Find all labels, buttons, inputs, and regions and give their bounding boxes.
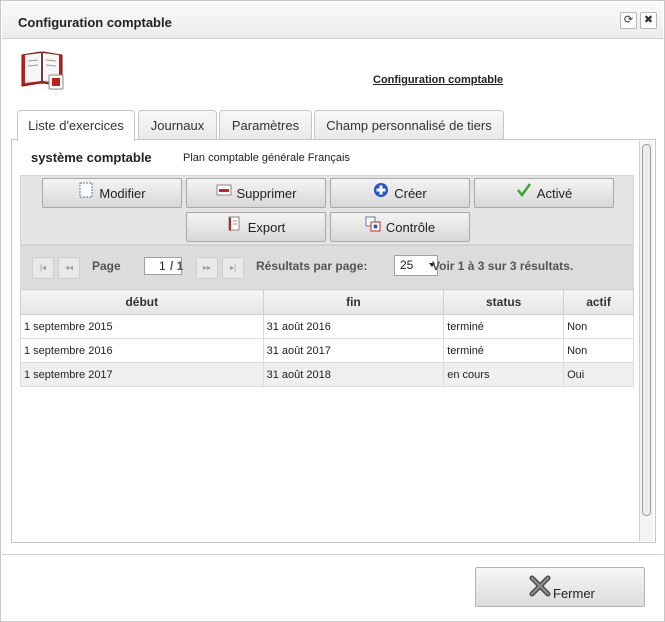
cell-fin: 31 août 2016 [262, 314, 445, 339]
cell-actif: Non [563, 338, 634, 363]
action-toolbar: Modifier Supprimer Créer Activé Export C… [20, 175, 634, 245]
window-title: Configuration comptable [18, 15, 172, 30]
column-header-status[interactable]: status [443, 289, 565, 315]
cell-actif: Oui [563, 362, 634, 387]
table-row[interactable]: 1 septembre 2015 31 août 2016 terminé No… [20, 314, 634, 339]
config-dialog: Configuration comptable ⟳ ✖ Configuratio… [0, 0, 665, 622]
tab-journals[interactable]: Journaux [138, 110, 217, 140]
tab-exercise-list[interactable]: Liste d'exercices [17, 110, 135, 141]
add-icon [374, 183, 389, 197]
cell-status: terminé [443, 314, 565, 339]
footer-divider [2, 554, 663, 555]
close-x-icon [529, 575, 551, 597]
modifier-button[interactable]: Modifier [42, 178, 182, 208]
active-label: Activé [536, 185, 573, 201]
accounting-book-icon [21, 51, 64, 90]
per-page-value: 25 [400, 258, 414, 272]
close-icon[interactable]: ✖ [640, 12, 657, 29]
refresh-icon[interactable]: ⟳ [620, 12, 637, 29]
cell-status: en cours [443, 362, 565, 387]
tab-custom-field[interactable]: Champ personnalisé de tiers [314, 110, 504, 140]
results-summary: Voir 1 à 3 sur 3 résultats. [432, 259, 574, 273]
column-header-debut[interactable]: début [20, 289, 264, 315]
delete-icon [216, 184, 232, 196]
controle-label: Contrôle [385, 219, 436, 235]
column-header-fin[interactable]: fin [262, 289, 445, 315]
prev-page-icon[interactable]: ◂◂ [58, 257, 80, 279]
next-page-icon[interactable]: ▸▸ [196, 257, 218, 279]
modifier-label: Modifier [99, 185, 146, 201]
cell-debut: 1 septembre 2016 [20, 338, 264, 363]
cell-debut: 1 septembre 2015 [20, 314, 264, 339]
supprimer-button[interactable]: Supprimer [186, 178, 326, 208]
system-value: Plan comptable générale Français [183, 152, 350, 164]
creer-label: Créer [394, 185, 427, 201]
controle-button[interactable]: Contrôle [330, 212, 470, 242]
scrollbar-thumb[interactable] [642, 144, 651, 516]
edit-icon [79, 182, 93, 198]
export-button[interactable]: Export [186, 212, 326, 242]
supprimer-label: Supprimer [236, 185, 297, 201]
cell-status: terminé [443, 338, 565, 363]
config-link[interactable]: Configuration comptable [373, 74, 503, 86]
cell-actif: Non [563, 314, 634, 339]
cell-debut: 1 septembre 2017 [20, 362, 264, 387]
table-header-row: début fin status actif [20, 289, 634, 315]
active-button[interactable]: Activé [474, 178, 614, 208]
control-icon [365, 216, 381, 232]
creer-button[interactable]: Créer [330, 178, 470, 208]
fermer-button[interactable]: Fermer [475, 567, 645, 607]
export-label: Export [247, 219, 286, 235]
last-page-icon[interactable]: ▸| [222, 257, 244, 279]
cell-fin: 31 août 2017 [262, 338, 445, 363]
title-bar[interactable]: Configuration comptable ⟳ ✖ [2, 2, 663, 39]
table-row[interactable]: 1 septembre 2016 31 août 2017 terminé No… [20, 338, 634, 363]
vertical-scrollbar[interactable] [639, 141, 653, 541]
page-label: Page [92, 259, 121, 273]
export-icon [228, 216, 240, 231]
check-icon [516, 183, 531, 198]
system-label: système comptable [31, 150, 152, 165]
cell-fin: 31 août 2018 [262, 362, 445, 387]
per-page-label: Résultats par page: [256, 259, 368, 273]
pagination-bar: |◂ ◂◂ Page 1 / 1 ▸▸ ▸| Résultats par pag… [20, 245, 634, 289]
exercises-table: début fin status actif 1 septembre 2015 … [20, 289, 634, 387]
tab-parameters[interactable]: Paramètres [219, 110, 312, 140]
total-pages: / 1 [170, 259, 184, 273]
table-row[interactable]: 1 septembre 2017 31 août 2018 en cours O… [20, 362, 634, 387]
fermer-label: Fermer [553, 586, 595, 601]
column-header-actif[interactable]: actif [563, 289, 634, 315]
first-page-icon[interactable]: |◂ [32, 257, 54, 279]
